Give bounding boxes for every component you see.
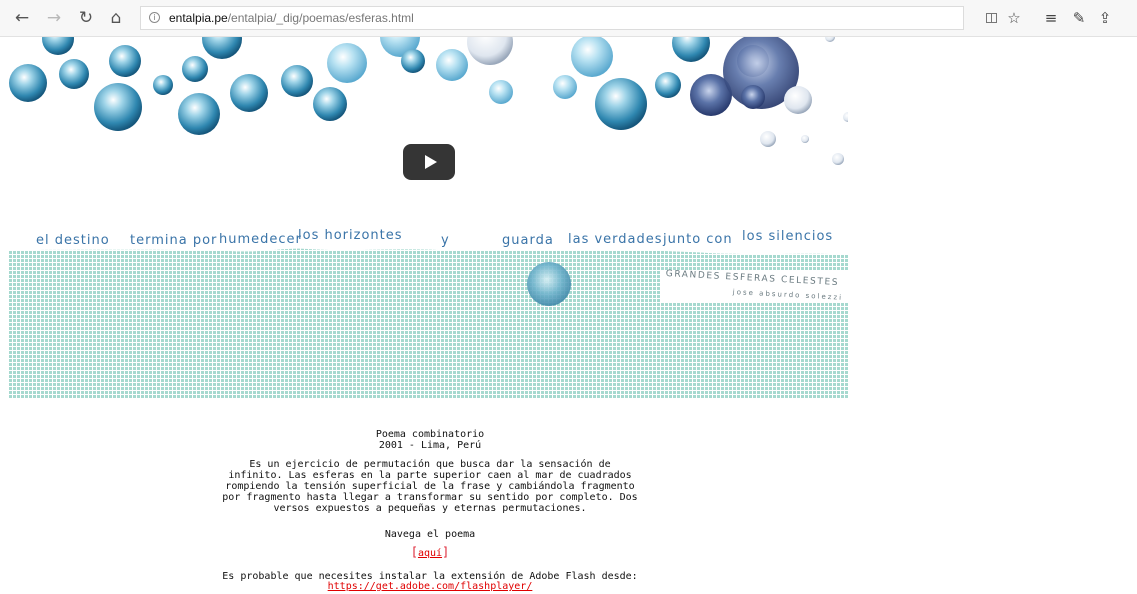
address-bar[interactable]: i entalpia.pe/entalpia/_dig/poemas/esfer…: [140, 6, 964, 30]
forward-icon[interactable]: →: [42, 6, 66, 30]
poem-word: junto con: [663, 232, 733, 247]
heading-line-1: Poema combinatorio: [375, 429, 485, 440]
poem-word: guarda: [502, 233, 554, 248]
flash-animation[interactable]: el destino termina por humedecer los hor…: [8, 37, 848, 398]
description-line: rompiendo la tensión superficial de la f…: [225, 481, 635, 492]
poem-word: las verdades: [568, 232, 663, 247]
back-icon[interactable]: ←: [10, 6, 34, 30]
poem-word: y: [441, 233, 450, 248]
description-line: por fragmento hasta llegar a transformar…: [222, 492, 638, 503]
url-text[interactable]: entalpia.pe/entalpia/_dig/poemas/esferas…: [169, 11, 414, 25]
browser-toolbar: ← → ↻ ⌂ i entalpia.pe/entalpia/_dig/poem…: [0, 0, 1137, 37]
bracket-close: ]: [442, 545, 450, 559]
poem-description: Es un ejercicio de permutación que busca…: [140, 459, 720, 514]
share-icon[interactable]: ⇪: [1094, 6, 1116, 30]
flash-download-link[interactable]: https://get.adobe.com/flashplayer/: [328, 581, 533, 592]
poem-word: los horizontes: [298, 228, 403, 243]
description-line: infinito. Las esferas en la parte superi…: [228, 470, 632, 481]
home-icon[interactable]: ⌂: [104, 6, 128, 30]
favorite-star-icon[interactable]: ☆: [1003, 6, 1025, 30]
description-line: Es un ejercicio de permutación que busca…: [249, 459, 611, 470]
url-domain: entalpia.pe: [169, 11, 228, 25]
square-sea: [8, 247, 848, 398]
site-info-icon[interactable]: i: [149, 12, 160, 23]
aqui-link[interactable]: aquí: [418, 548, 442, 559]
favorites-list-icon[interactable]: ≡: [1040, 6, 1062, 30]
heading-line-2: 2001 - Lima, Perú: [378, 440, 482, 451]
description-line: versos expuestos a pequeñas y eternas pe…: [273, 503, 587, 514]
poem-word: humedecer: [219, 232, 302, 247]
falling-spheres: [9, 37, 848, 165]
navigate-label: Navega el poema: [384, 529, 476, 540]
refresh-icon[interactable]: ↻: [74, 6, 98, 30]
flash-link-row: https://get.adobe.com/flashplayer/: [140, 581, 720, 592]
reading-view-icon[interactable]: [980, 6, 1002, 30]
notes-pen-icon[interactable]: ✎: [1068, 6, 1090, 30]
poem-heading: Poema combinatorio 2001 - Lima, Perú: [140, 429, 720, 451]
bracket-open: [: [410, 545, 418, 559]
url-path: /entalpia/_dig/poemas/esferas.html: [227, 11, 414, 25]
poem-word: termina por: [130, 233, 218, 248]
navigate-link-row: [aquí]: [140, 545, 720, 559]
play-icon: [424, 155, 437, 169]
poem-word: los silencios: [742, 229, 834, 244]
play-button[interactable]: [403, 144, 455, 180]
poem-word: el destino: [36, 233, 110, 248]
